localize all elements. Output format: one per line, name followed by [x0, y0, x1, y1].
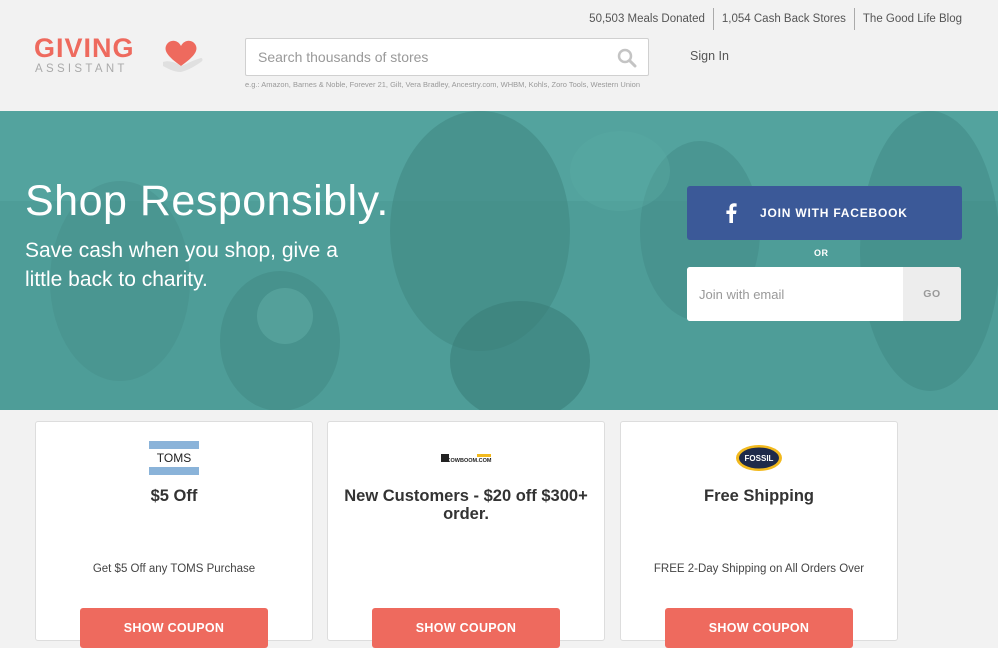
- store-search: [245, 38, 649, 76]
- coupon-card: COWBOOM.COM New Customers - $20 off $300…: [327, 421, 605, 648]
- hero-title: Shop Responsibly.: [25, 177, 389, 225]
- cowboom-logo[interactable]: COWBOOM.COM: [439, 441, 493, 475]
- heart-hand-icon: [163, 40, 203, 72]
- go-button[interactable]: GO: [903, 267, 961, 321]
- coupon-title: Free Shipping: [703, 487, 814, 505]
- giving-assistant-logo[interactable]: GIVING ASSISTANT: [34, 34, 209, 80]
- show-coupon-button[interactable]: SHOW COUPON: [80, 608, 268, 648]
- coupon-card: TOMS $5 Off Get $5 Off any TOMS Purchase…: [35, 421, 313, 648]
- fossil-logo[interactable]: FOSSIL: [734, 441, 784, 475]
- join-with-facebook-button[interactable]: JOIN WITH FACEBOOK: [687, 186, 962, 240]
- site-header: 50,503 Meals Donated 1,054 Cash Back Sto…: [0, 0, 998, 111]
- facebook-icon: [726, 203, 737, 223]
- logo-text-assistant: ASSISTANT: [35, 63, 128, 75]
- sign-in-link[interactable]: Sign In: [690, 49, 729, 63]
- toms-logo[interactable]: TOMS: [149, 441, 199, 475]
- hero-banner: Shop Responsibly. Save cash when you sho…: [0, 111, 998, 410]
- meals-donated-link[interactable]: 50,503 Meals Donated: [581, 8, 713, 30]
- search-hint: e.g.: Amazon, Barnes & Noble, Forever 21…: [245, 80, 641, 89]
- coupon-title: New Customers - $20 off $300+ order.: [344, 487, 588, 523]
- hero-subtitle: Save cash when you shop, give a little b…: [25, 239, 338, 291]
- blog-link[interactable]: The Good Life Blog: [855, 8, 962, 30]
- search-input[interactable]: [258, 39, 608, 75]
- or-separator: OR: [814, 248, 829, 258]
- logo-text-giving: GIVING: [34, 33, 135, 63]
- top-links: 50,503 Meals Donated 1,054 Cash Back Sto…: [581, 8, 962, 30]
- fossil-logo-text: FOSSIL: [745, 454, 774, 463]
- email-signup-form: GO: [687, 267, 961, 321]
- coupon-description: FREE 2-Day Shipping on All Orders Over: [653, 563, 865, 575]
- email-input[interactable]: [687, 267, 903, 321]
- show-coupon-button[interactable]: SHOW COUPON: [665, 608, 853, 648]
- coupon-title: $5 Off: [150, 487, 198, 505]
- facebook-button-label: JOIN WITH FACEBOOK: [760, 206, 908, 220]
- coupon-card: FOSSIL Free Shipping FREE 2-Day Shipping…: [620, 421, 898, 648]
- toms-logo-text: TOMS: [157, 451, 191, 465]
- cowboom-logo-text: COWBOOM.COM: [447, 458, 492, 464]
- coupon-list: TOMS $5 Off Get $5 Off any TOMS Purchase…: [0, 410, 998, 648]
- cash-back-stores-link[interactable]: 1,054 Cash Back Stores: [714, 8, 854, 30]
- show-coupon-button[interactable]: SHOW COUPON: [372, 608, 560, 648]
- coupon-description: Get $5 Off any TOMS Purchase: [92, 563, 256, 575]
- search-icon[interactable]: [617, 48, 637, 68]
